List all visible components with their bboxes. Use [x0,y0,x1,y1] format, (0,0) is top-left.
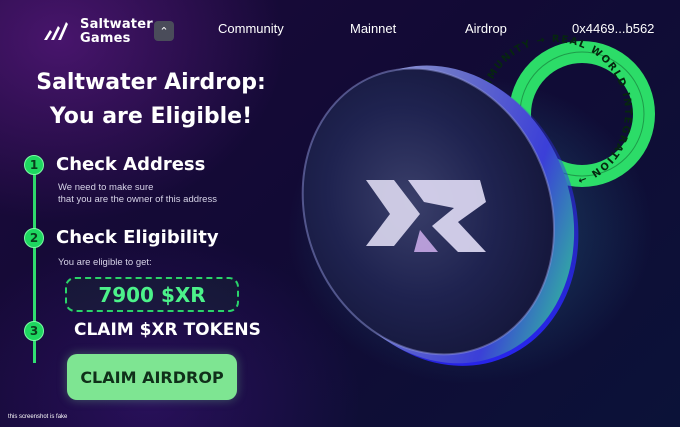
integration-ring: MMUNITY → REAL WORLD INTEGRATION → [481,34,655,187]
step-1-desc-line2: that you are the owner of this address [58,194,217,205]
xr-logo-icon [365,179,486,252]
wallet-address[interactable]: 0x4469...b562 [572,21,654,36]
step-3-title: CLAIM $XR TOKENS [74,320,261,340]
step-1-title: Check Address [56,154,206,175]
saltwater-logo-icon [44,22,68,40]
svg-text:MMUNITY → REAL WORLD INTEGRATI: MMUNITY → REAL WORLD INTEGRATION → [481,34,633,186]
nav-mainnet[interactable]: Mainnet [350,21,396,36]
step-2-badge: 2 [24,228,44,248]
step-2-desc: You are eligible to get: [58,257,152,268]
page-title: Saltwater Airdrop: You are Eligible! [36,70,266,129]
claim-airdrop-button[interactable]: CLAIM AIRDROP [67,354,237,400]
brand-name: Saltwater Games [80,17,153,46]
step-2-title: Check Eligibility [56,227,219,248]
eligible-amount: 7900 $XR [65,277,239,312]
chevron-up-icon: ⌃ [159,24,169,38]
nav-community[interactable]: Community [218,21,284,36]
ring-text: MMUNITY → REAL WORLD INTEGRATION → [481,34,632,186]
collapse-button[interactable]: ⌃ [154,21,174,41]
step-3-badge: 3 [24,321,44,341]
xr-coin [301,65,579,366]
step-1-badge: 1 [24,155,44,175]
footnote: this screenshot is fake [8,414,68,420]
nav-airdrop[interactable]: Airdrop [465,21,507,36]
brand-logo[interactable]: Saltwater Games [42,18,153,46]
